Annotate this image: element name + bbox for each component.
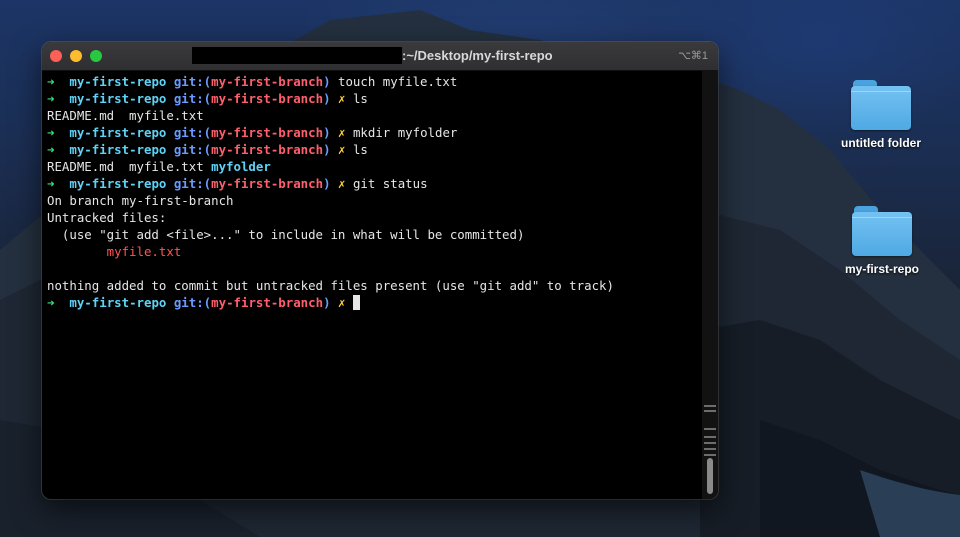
- prompt-repo: my-first-repo: [69, 74, 167, 89]
- status-line: On branch my-first-branch: [47, 193, 234, 208]
- scroll-marker: [704, 405, 716, 407]
- prompt-git-close: ): [323, 125, 331, 140]
- prompt-git-close: ): [323, 74, 331, 89]
- prompt-git: git:(: [173, 142, 212, 157]
- dirty-marker: ✗: [338, 91, 346, 106]
- ls-output: README.md myfile.txt: [47, 108, 204, 123]
- desktop-icon-untitled-folder[interactable]: untitled folder: [831, 78, 931, 150]
- prompt-git-close: ): [323, 176, 331, 191]
- terminal-output[interactable]: ➜ my-first-repo git:(my-first-branch) to…: [47, 73, 703, 493]
- prompt-git: git:(: [173, 91, 212, 106]
- prompt-line: ➜ my-first-repo git:(my-first-branch) ✗ …: [47, 90, 703, 107]
- prompt-repo: my-first-repo: [69, 176, 167, 191]
- prompt-branch: my-first-branch: [211, 142, 324, 157]
- desktop-icon-label: untitled folder: [841, 136, 921, 150]
- maximize-button[interactable]: [90, 50, 102, 62]
- dirty-marker: ✗: [338, 295, 346, 310]
- folder-icon: [851, 78, 911, 130]
- scroll-marker: [704, 410, 716, 412]
- close-button[interactable]: [50, 50, 62, 62]
- prompt-git: git:(: [173, 125, 212, 140]
- dirty-marker: ✗: [338, 125, 346, 140]
- window-shortcut: ⌥⌘1: [678, 50, 708, 62]
- prompt-arrow: ➜: [47, 295, 55, 310]
- prompt-repo: my-first-repo: [69, 142, 167, 157]
- dirty-marker: ✗: [338, 176, 346, 191]
- prompt-line: ➜ my-first-repo git:(my-first-branch) ✗ …: [47, 175, 703, 192]
- window-title: :~/Desktop/my-first-repo: [402, 48, 553, 63]
- command-text: ls: [352, 91, 368, 106]
- scroll-marker: [704, 448, 716, 450]
- prompt-repo: my-first-repo: [69, 91, 167, 106]
- prompt-arrow: ➜: [47, 142, 55, 157]
- prompt-git-close: ): [323, 91, 331, 106]
- prompt-line: ➜ my-first-repo git:(my-first-branch) ✗ …: [47, 124, 703, 141]
- title-bar[interactable]: :~/Desktop/my-first-repo ⌥⌘1: [42, 42, 718, 71]
- scrollbar[interactable]: [702, 70, 718, 499]
- ls-folder: myfolder: [211, 159, 271, 174]
- dirty-marker: ✗: [338, 142, 346, 157]
- redacted-hostname: [192, 47, 402, 64]
- command-text: git status: [352, 176, 428, 191]
- prompt-arrow: ➜: [47, 125, 55, 140]
- command-text: touch myfile.txt: [338, 74, 458, 89]
- status-line: Untracked files:: [47, 210, 167, 225]
- scroll-thumb[interactable]: [707, 458, 713, 494]
- prompt-git: git:(: [173, 74, 212, 89]
- prompt-git: git:(: [173, 295, 212, 310]
- scroll-marker: [704, 454, 716, 456]
- command-text: mkdir myfolder: [352, 125, 458, 140]
- prompt-branch: my-first-branch: [211, 91, 324, 106]
- prompt-arrow: ➜: [47, 91, 55, 106]
- prompt-arrow: ➜: [47, 176, 55, 191]
- prompt-repo: my-first-repo: [69, 125, 167, 140]
- folder-icon: [852, 204, 912, 256]
- desktop-icon-label: my-first-repo: [844, 262, 919, 276]
- scroll-marker: [704, 428, 716, 430]
- prompt-line: ➜ my-first-repo git:(my-first-branch) to…: [47, 73, 703, 90]
- ls-files: README.md myfile.txt: [47, 159, 212, 174]
- prompt-branch: my-first-branch: [211, 74, 324, 89]
- command-text: ls: [352, 142, 368, 157]
- prompt-line: ➜ my-first-repo git:(my-first-branch) ✗ …: [47, 141, 703, 158]
- scroll-marker: [704, 436, 716, 438]
- minimize-button[interactable]: [70, 50, 82, 62]
- status-summary: nothing added to commit but untracked fi…: [47, 278, 614, 293]
- ls-output: README.md myfile.txt myfolder: [47, 158, 703, 175]
- terminal-window[interactable]: :~/Desktop/my-first-repo ⌥⌘1 ➜ my-first-…: [42, 42, 718, 499]
- prompt-branch: my-first-branch: [211, 176, 324, 191]
- text-cursor[interactable]: [352, 295, 360, 310]
- desktop-icon-my-first-repo[interactable]: my-first-repo: [832, 204, 932, 276]
- prompt-git-close: ): [323, 142, 331, 157]
- prompt-git: git:(: [173, 176, 212, 191]
- prompt-repo: my-first-repo: [69, 295, 167, 310]
- scroll-marker: [704, 442, 716, 444]
- prompt-branch: my-first-branch: [211, 295, 324, 310]
- untracked-file: myfile.txt: [47, 244, 182, 259]
- prompt-arrow: ➜: [47, 74, 55, 89]
- prompt-branch: my-first-branch: [211, 125, 324, 140]
- prompt-git-close: ): [323, 295, 331, 310]
- status-line: (use "git add <file>..." to include in w…: [47, 227, 525, 242]
- prompt-line[interactable]: ➜ my-first-repo git:(my-first-branch) ✗: [47, 294, 703, 311]
